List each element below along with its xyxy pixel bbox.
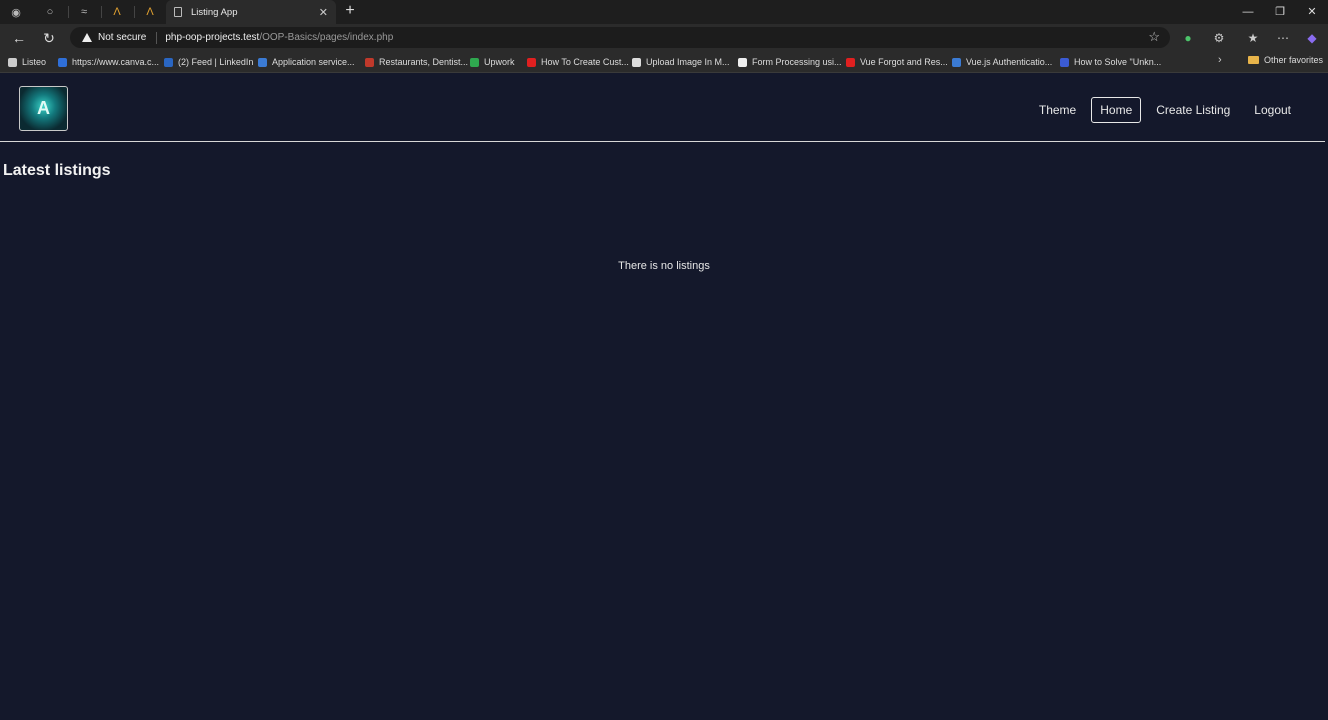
bookmarks-overflow-chevron-icon[interactable]: ›	[1218, 54, 1222, 66]
close-tab-icon[interactable]: ✕	[319, 6, 328, 19]
bookmark-item[interactable]: https://www.canva.c...	[58, 55, 159, 69]
active-tab[interactable]: Listing App ✕	[166, 0, 336, 24]
nav-link-logout[interactable]: Logout	[1245, 97, 1300, 123]
bookmark-item[interactable]: Vue Forgot and Res...	[846, 55, 948, 69]
reload-button[interactable]: ↻	[39, 28, 59, 48]
bookmark-item[interactable]: Listeo	[8, 55, 46, 69]
pinned-tab-2[interactable]: ≈	[68, 2, 100, 22]
close-window-button[interactable]: ✕	[1296, 3, 1328, 21]
browser-toolbar: ← ↻ Not secure php-oop-projects.test/OOP…	[0, 24, 1328, 51]
bookmark-item[interactable]: Application service...	[258, 55, 355, 69]
bookmark-item[interactable]: Form Processing usi...	[738, 55, 842, 69]
bookmark-favicon-icon	[1060, 57, 1069, 67]
folder-icon	[1248, 56, 1259, 64]
bookmark-label: How To Create Cust...	[541, 57, 629, 67]
copilot-icon[interactable]: ◆	[1302, 28, 1322, 48]
url-path: /OOP-Basics/pages/index.php	[259, 32, 394, 43]
not-secure-label[interactable]: Not secure	[98, 32, 146, 43]
nav-links: Theme Home Create Listing Logout	[1024, 97, 1300, 123]
extensions-icon[interactable]: ⚙	[1209, 28, 1229, 48]
site-logo[interactable]: A	[19, 86, 68, 131]
document-icon	[174, 7, 182, 17]
favorite-star-icon[interactable]: ☆	[1148, 29, 1160, 45]
bookmark-favicon-icon	[58, 57, 67, 67]
bookmark-favicon-icon	[8, 57, 17, 67]
bookmark-label: Restaurants, Dentist...	[379, 57, 469, 67]
bookmark-label: Application service...	[272, 57, 355, 67]
address-divider	[156, 31, 158, 44]
restore-button[interactable]: ❐	[1264, 3, 1296, 21]
bookmark-item[interactable]: How To Create Cust...	[527, 55, 629, 69]
page-content: A Theme Home Create Listing Logout Latest l…	[0, 74, 1328, 720]
warning-icon	[82, 33, 92, 42]
bookmark-label: Vue Forgot and Res...	[860, 57, 948, 67]
bookmark-label: Form Processing usi...	[752, 57, 842, 67]
bookmark-label: How to Solve "Unkn...	[1074, 57, 1162, 67]
extension-leaf-icon[interactable]: ●	[1178, 28, 1198, 48]
bookmark-label: Vue.js Authenticatio...	[966, 57, 1053, 67]
favorites-icon[interactable]: ★	[1243, 28, 1263, 48]
bookmarks-bar: Listeo https://www.canva.c... (2) Feed | L…	[0, 51, 1328, 73]
bookmark-favicon-icon	[738, 57, 747, 67]
bookmark-item[interactable]: Upload Image In M...	[632, 55, 730, 69]
tab-strip: ◉ ○ ≈ Λ Λ Listing App ✕ + — ❐ ✕	[0, 0, 1328, 24]
bookmark-label: Upwork	[484, 57, 515, 67]
site-navbar: A Theme Home Create Listing Logout	[0, 74, 1325, 142]
page-title: Latest listings	[3, 162, 111, 179]
bookmark-item[interactable]: Restaurants, Dentist...	[365, 55, 468, 69]
bookmark-favicon-icon	[258, 57, 267, 67]
bookmark-favicon-icon	[846, 57, 855, 67]
profile-icon[interactable]: ◉	[0, 2, 32, 22]
bookmark-label: (2) Feed | LinkedIn	[178, 57, 254, 67]
nav-link-create-listing[interactable]: Create Listing	[1147, 97, 1239, 123]
bookmark-item[interactable]: (2) Feed | LinkedIn	[164, 55, 253, 69]
other-favorites-folder[interactable]: Other favorites	[1248, 55, 1323, 65]
url-host: php-oop-projects.test	[165, 32, 260, 43]
active-tab-title: Listing App	[191, 6, 238, 18]
bookmark-favicon-icon	[365, 57, 374, 67]
bookmark-favicon-icon	[527, 57, 536, 67]
nav-link-home[interactable]: Home	[1091, 97, 1142, 123]
back-button[interactable]: ←	[9, 28, 29, 48]
bookmark-favicon-icon	[470, 57, 479, 67]
bookmark-label: Upload Image In M...	[646, 57, 730, 67]
address-bar[interactable]: Not secure php-oop-projects.test/OOP-Bas…	[70, 27, 1170, 48]
bookmark-favicon-icon	[632, 57, 641, 67]
bookmark-label: https://www.canva.c...	[72, 57, 160, 67]
bookmark-item[interactable]: Vue.js Authenticatio...	[952, 55, 1052, 69]
bookmark-item[interactable]: Upwork	[470, 55, 515, 69]
bookmark-favicon-icon	[164, 57, 173, 67]
more-menu-icon[interactable]: ⋯	[1273, 28, 1293, 48]
empty-listings-message: There is no listings	[618, 260, 710, 272]
bookmark-favicon-icon	[952, 57, 961, 67]
bookmark-item[interactable]: How to Solve "Unkn...	[1060, 55, 1161, 69]
nav-link-theme[interactable]: Theme	[1030, 97, 1085, 123]
bookmark-label: Listeo	[22, 57, 47, 67]
new-tab-button[interactable]: +	[342, 2, 358, 22]
pinned-tab-4[interactable]: Λ	[134, 2, 166, 22]
minimize-button[interactable]: —	[1232, 3, 1264, 21]
pinned-tab-3[interactable]: Λ	[101, 2, 133, 22]
other-favorites-label: Other favorites	[1264, 55, 1324, 65]
pinned-tab-1[interactable]: ○	[34, 2, 66, 22]
